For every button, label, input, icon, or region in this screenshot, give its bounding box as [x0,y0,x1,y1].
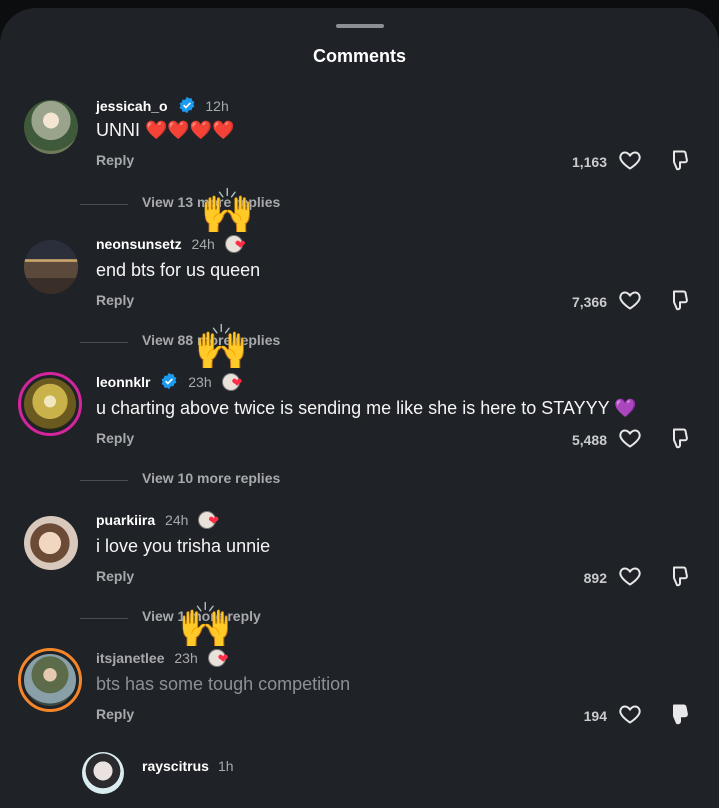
reply-button[interactable]: Reply [96,706,134,722]
view-more-replies[interactable]: View 10 more replies [0,470,719,490]
comment-time: 24h [165,512,189,528]
creator-heart-badge-icon: ❤ [198,511,224,529]
avatar[interactable] [18,372,82,436]
verified-badge-icon [179,96,194,114]
avatar[interactable] [82,752,124,794]
view-more-replies[interactable]: View 13 more replies [0,194,719,214]
comment-item: itsjanetlee 23h ❤ bts has some tough com… [0,648,719,768]
drag-handle[interactable] [336,24,384,28]
thumbs-down-icon[interactable] [666,148,690,172]
thread-divider [80,204,128,205]
reply-button[interactable]: Reply [96,430,134,446]
comment-text: UNNI ❤️❤️❤️❤️ [96,120,235,140]
view-more-replies[interactable]: View 88 more replies [0,332,719,352]
comment-username[interactable]: leonnklr [96,374,150,390]
thread-divider [80,342,128,343]
reply-button[interactable]: Reply [96,292,134,308]
view-more-replies-label[interactable]: View 10 more replies [142,470,280,486]
raising-hands-emoji: 🙌 [178,601,233,650]
comment-username[interactable]: rayscitrus [142,758,209,774]
heart-outline-icon[interactable] [618,148,642,172]
like-count: 5,488 [571,432,607,448]
thumbs-down-icon[interactable] [666,426,690,450]
thread-divider [80,618,128,619]
comment-text: i love you trisha unnie [96,536,271,556]
thumbs-down-icon[interactable] [666,564,690,588]
heart-outline-icon[interactable] [618,426,642,450]
like-count: 7,366 [571,294,607,310]
like-count: 194 [583,708,607,724]
comment-time: 23h [188,374,212,390]
thread-divider [80,480,128,481]
sheet-title: Comments [312,46,406,66]
raising-hands-emoji: 🙌 [200,187,255,236]
creator-heart-badge-icon: ❤ [224,235,251,253]
comment-text: u charting above twice is sending me lik… [96,398,637,418]
creator-heart-badge-icon: ❤ [207,649,234,667]
thumbs-down-filled-icon[interactable] [666,702,690,726]
comment-text: bts has some tough competition [96,674,351,694]
comment-username[interactable]: jessicah_o [96,98,168,114]
raising-hands-emoji: 🙌 [194,323,249,372]
comment-time: 23h [174,650,198,666]
comment-time: 12h [205,98,229,114]
like-count: 892 [583,570,607,586]
creator-heart-badge-icon: ❤ [221,373,248,391]
heart-outline-icon[interactable] [618,702,642,726]
comment-username[interactable]: neonsunsetz [96,236,182,252]
heart-outline-icon[interactable] [618,288,642,312]
reply-button[interactable]: Reply [96,568,134,584]
reply-button[interactable]: Reply [96,152,134,168]
verified-badge-icon [161,372,177,390]
avatar[interactable] [24,516,78,570]
comment-username[interactable]: puarkiira [96,512,155,528]
heart-outline-icon[interactable] [618,564,642,588]
comment-time: 1h [218,758,234,774]
comment-text: end bts for us queen [96,260,261,280]
thumbs-down-icon[interactable] [666,288,690,312]
comment-username[interactable]: itsjanetlee [96,650,164,666]
avatar[interactable] [24,100,78,154]
comment-time: 24h [191,236,215,252]
comment-item-partial: rayscitrus 1h [0,752,719,794]
like-count: 1,163 [571,154,607,170]
avatar[interactable] [24,240,78,294]
avatar[interactable] [18,648,82,712]
view-more-replies[interactable]: View 1 more reply [0,608,719,628]
